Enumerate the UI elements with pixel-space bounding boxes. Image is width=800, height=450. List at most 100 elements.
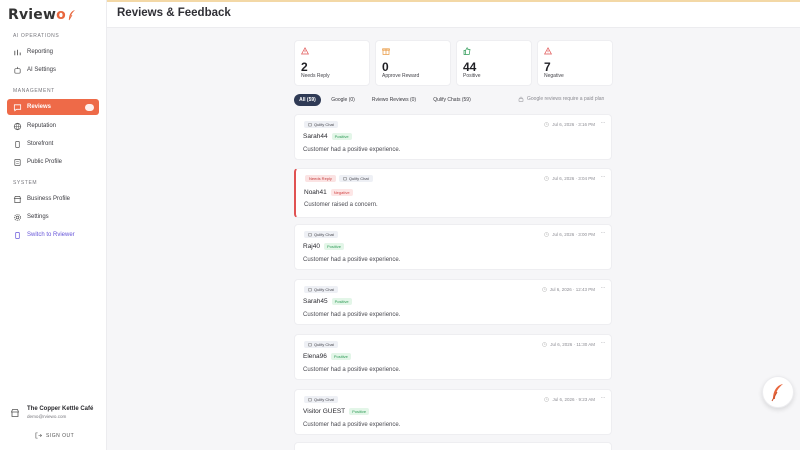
review-text: Customer had a positive experience. — [303, 367, 401, 373]
chat-icon — [13, 103, 22, 111]
ai-settings-icon — [14, 66, 21, 74]
app-logo[interactable]: Rviewo — [8, 5, 77, 25]
feather-logo-icon — [68, 10, 75, 21]
clock-icon — [542, 342, 547, 347]
chat-icon — [308, 342, 312, 346]
more-options-icon[interactable]: ··· — [601, 120, 606, 126]
source-chip: Qulify Chat — [304, 231, 338, 238]
more-options-icon[interactable]: ··· — [601, 174, 606, 180]
stat-label: Approve Reward — [382, 73, 420, 79]
sentiment-badge: Positive — [331, 298, 352, 305]
sidebar-item-reporting[interactable]: Reporting — [7, 44, 99, 60]
tab-rviewo-reviews[interactable]: Rviewo Reviews (0) — [366, 94, 422, 106]
review-card[interactable]: Needs Reply Qulify Chat Noah41 Negative C… — [294, 168, 612, 218]
sidebar-item-business-profile[interactable]: Business Profile — [7, 191, 99, 207]
reporting-icon — [14, 49, 21, 55]
stat-value: 7 — [544, 60, 551, 74]
gift-icon — [382, 48, 390, 55]
device-icon — [15, 140, 20, 148]
review-text: Customer had a positive experience. — [303, 257, 401, 263]
business-name: The Copper Kettle Café — [27, 406, 94, 412]
review-card[interactable]: Qulify Chat Elena96 Positive Customer had… — [294, 334, 612, 380]
stat-value: 2 — [301, 60, 308, 74]
sidebar-item-ai-settings[interactable]: AI Settings — [7, 62, 99, 78]
source-chip: Qulify Chat — [304, 121, 338, 128]
sidebar-item-storefront[interactable]: Storefront — [7, 136, 99, 152]
more-options-icon[interactable]: ··· — [601, 285, 606, 291]
gear-icon — [14, 213, 21, 221]
review-date: Jul 6, 2026 · 3:04 PM — [544, 176, 595, 181]
source-chip: Qulify Chat — [338, 175, 373, 182]
business-switcher[interactable]: The Copper Kettle Café demo@rviewo.com — [10, 406, 93, 419]
reviews-count-badge — [85, 103, 94, 111]
review-card[interactable]: Qulify Chat Sarah44 Positive Customer had… — [294, 114, 612, 160]
sign-out-icon — [35, 432, 42, 439]
business-email: demo@rviewo.com — [27, 414, 67, 419]
review-card[interactable]: Qulify Chat Visitor GUEST Positive Custom… — [294, 389, 612, 435]
review-date: Jul 6, 2026 · 3:00 PM — [544, 232, 595, 237]
tab-all[interactable]: All (59) — [294, 94, 321, 106]
more-options-icon[interactable]: ··· — [601, 340, 606, 346]
reviewer-name: Raj40 — [303, 243, 320, 250]
stat-card-needs-reply[interactable]: 2 Needs Reply — [294, 40, 370, 86]
stat-card-positive[interactable]: 44 Positive — [456, 40, 532, 86]
chat-icon — [308, 122, 312, 126]
source-chip: Qulify Chat — [304, 286, 338, 293]
stat-value: 0 — [382, 60, 389, 74]
tab-qulify-chats[interactable]: Qulify Chats (59) — [428, 94, 476, 106]
sentiment-badge: Negative — [330, 189, 353, 196]
reviewer-name: Noah41 — [304, 189, 327, 196]
review-card[interactable]: Qulify Chat Sarah45 Positive Customer had… — [294, 279, 612, 325]
sign-out-button[interactable]: SIGN OUT — [35, 432, 74, 439]
stat-card-negative[interactable]: 7 Negative — [537, 40, 613, 86]
clock-icon — [544, 122, 549, 127]
store-icon — [13, 195, 22, 203]
google-locked-note: Google reviews require a paid plan — [518, 96, 604, 102]
more-options-icon[interactable]: ··· — [601, 230, 606, 236]
sidebar: Rviewo AI OPERATIONS Reporting AI Settin… — [0, 0, 107, 450]
review-date: Jul 6, 2026 · 9:23 AM — [544, 397, 595, 402]
stat-card-approve-reward[interactable]: 0 Approve Reward — [375, 40, 451, 86]
clock-icon — [544, 176, 549, 181]
chat-icon — [308, 397, 312, 401]
sidebar-item-switch-to-rviewer[interactable]: Switch to Rviewer — [7, 227, 99, 243]
nav-section-management: MANAGEMENT — [13, 88, 55, 94]
clock-icon — [542, 287, 547, 292]
sentiment-badge: Positive — [330, 353, 351, 360]
switch-icon — [15, 231, 20, 239]
reviewer-name: Sarah45 — [303, 298, 328, 305]
more-options-icon[interactable]: ··· — [601, 395, 606, 401]
page-title: Reviews & Feedback — [117, 7, 231, 19]
reviewer-name: Sarah44 — [303, 133, 328, 140]
stat-label: Positive — [463, 73, 481, 79]
sidebar-item-reviews[interactable]: Reviews — [7, 99, 99, 115]
reviewer-name: Elena96 — [303, 353, 327, 360]
review-text: Customer had a positive experience. — [303, 422, 401, 428]
needs-reply-chip: Needs Reply — [305, 175, 336, 182]
page-header: Reviews & Feedback — [107, 2, 800, 28]
review-text: Customer raised a concern. — [304, 202, 378, 208]
stat-label: Needs Reply — [301, 73, 330, 79]
clock-icon — [544, 232, 549, 237]
sidebar-item-reputation[interactable]: Reputation — [7, 118, 99, 134]
stat-value: 44 — [463, 60, 477, 74]
tab-google[interactable]: Google (0) — [326, 94, 360, 106]
review-card[interactable] — [294, 442, 612, 450]
sentiment-badge: Positive — [331, 133, 352, 140]
chat-icon — [308, 287, 312, 291]
review-date: Jul 6, 2026 · 3:16 PM — [544, 122, 595, 127]
alert-icon — [301, 47, 309, 55]
clock-icon — [544, 397, 550, 402]
sentiment-badge: Positive — [349, 408, 370, 415]
reviewer-name: Visitor GUEST — [303, 408, 346, 415]
alert-icon — [544, 47, 552, 55]
assistant-fab-button[interactable] — [762, 376, 794, 408]
sidebar-item-public-profile[interactable]: Public Profile — [7, 154, 99, 170]
sidebar-item-settings[interactable]: Settings — [7, 209, 99, 225]
sentiment-badge: Positive — [323, 243, 344, 250]
lock-icon — [518, 96, 524, 102]
source-chip: Qulify Chat — [304, 341, 338, 348]
review-card[interactable]: Qulify Chat Raj40 Positive Customer had a… — [294, 224, 612, 270]
review-text: Customer had a positive experience. — [303, 147, 401, 153]
feather-icon — [771, 384, 783, 402]
